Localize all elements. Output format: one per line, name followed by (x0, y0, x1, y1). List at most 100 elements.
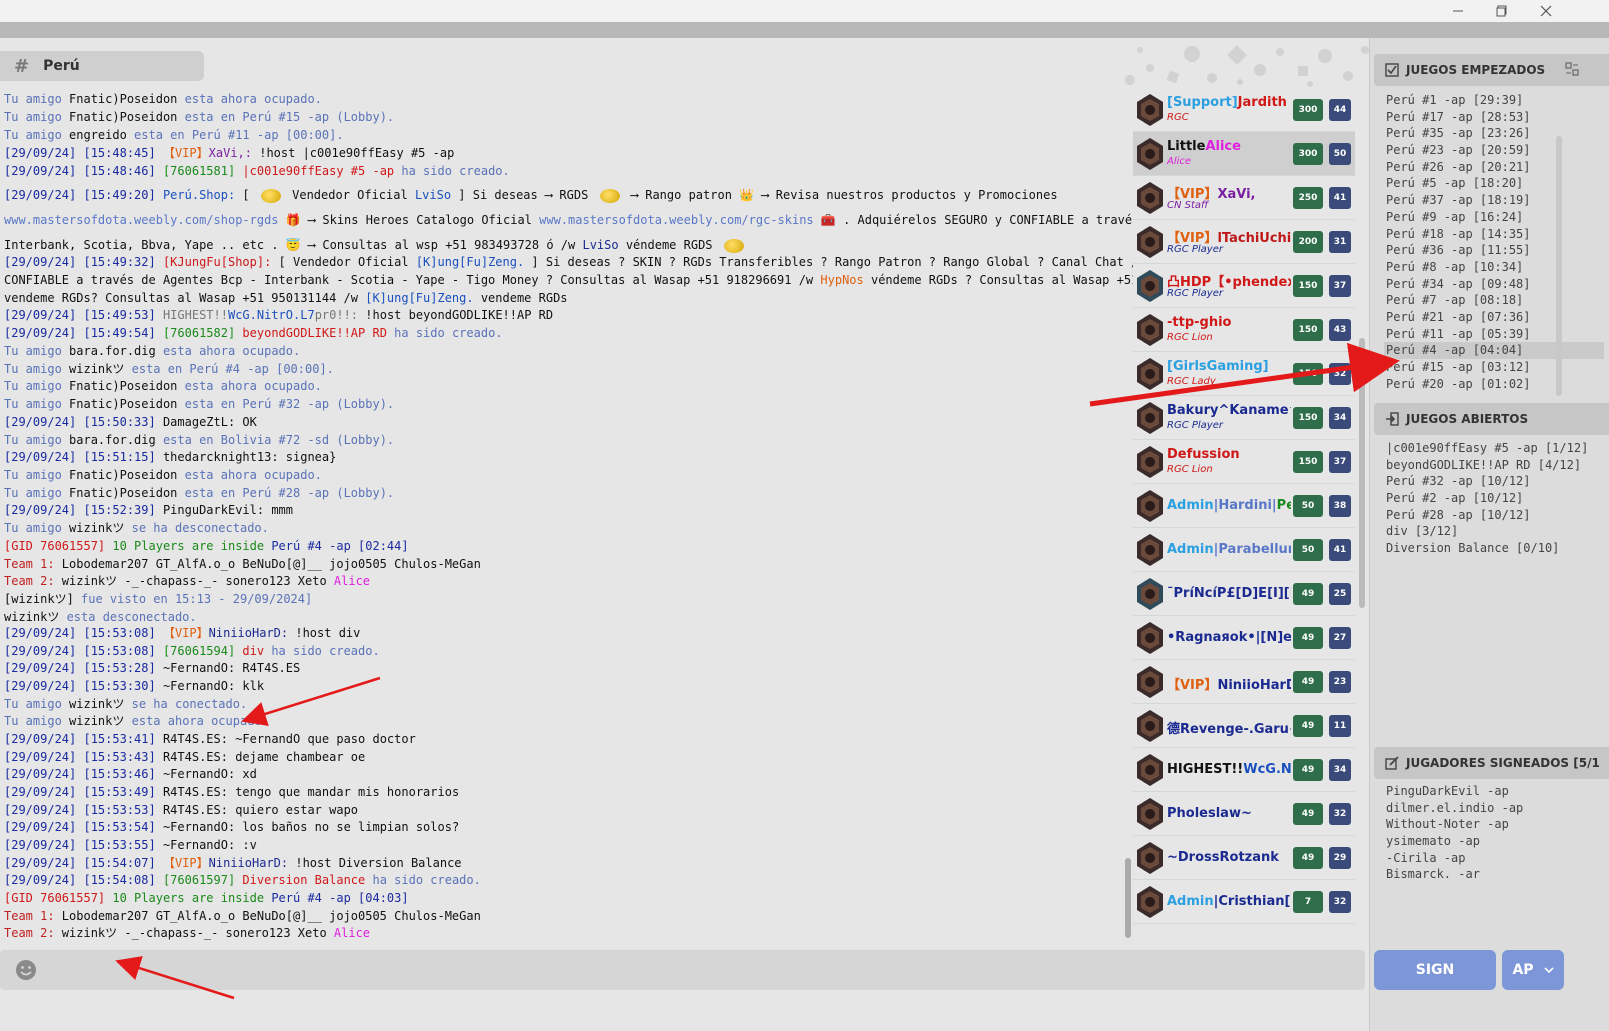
rank-emblem-icon (1137, 314, 1163, 346)
user-row[interactable]: Pholeslaw~ 49 32 (1133, 792, 1355, 836)
chat-segment: ha sido creado. (365, 873, 481, 887)
user-row[interactable]: ~DrossRotzank 49 29 (1133, 836, 1355, 880)
signed-player-item[interactable]: -Cirila -ap (1384, 850, 1604, 867)
started-game-item[interactable]: Perú #26 -ap [20:21] (1384, 159, 1604, 176)
chat-segment: beyondGODLIKE!!AP RD (235, 326, 387, 340)
channel-tab[interactable]: # Perú (0, 51, 204, 81)
chat-segment: esta en Perú #32 -ap (Lobby). (177, 397, 395, 411)
user-row[interactable]: -ttp-ghio RGC Lion 150 43 (1133, 308, 1355, 352)
started-game-item[interactable]: Perú #11 -ap [05:39] (1384, 326, 1604, 343)
started-game-item[interactable]: Perú #35 -ap [23:26] (1384, 125, 1604, 142)
minimize-icon[interactable] (1436, 0, 1480, 22)
close-icon[interactable] (1524, 0, 1568, 22)
open-game-item[interactable]: Diversion Balance [0/10] (1384, 540, 1604, 557)
user-row[interactable]: Admin|Cristhian[227 32 (1133, 880, 1355, 924)
chat-segment: !host Diversion Balance (288, 856, 462, 870)
expand-icon[interactable] (1565, 61, 1579, 79)
user-row[interactable]: Bakury^Kaname^Ma RGC Player 150 34 (1133, 396, 1355, 440)
signed-player-item[interactable]: dilmer.el.indio -ap (1384, 800, 1604, 817)
chat-message: [29/09/24] [15:53:08] [76061594] div ha … (4, 642, 380, 660)
user-row[interactable]: •Ragnaяok•|[N]eo-49 27 (1133, 616, 1355, 660)
started-games-header[interactable]: JUEGOS EMPEZADOS (1374, 54, 1609, 86)
chat-segment: ] Si deseas ? SKIN ? RGDs Transferibles … (531, 255, 1145, 269)
message-input[interactable] (48, 955, 1348, 985)
started-game-item[interactable]: Perú #15 -ap [03:12] (1384, 359, 1604, 376)
open-game-item[interactable]: beyondGODLIKE!!AP RD [4/12] (1384, 457, 1604, 474)
user-row[interactable]: [Support]Jardith RGC 300 44 (1133, 88, 1355, 132)
chat-segment: [29/09/24] [15:53:08] (4, 626, 163, 640)
user-list-scrollbar-thumb[interactable] (1359, 338, 1365, 608)
user-level-badge: 34 (1329, 407, 1351, 429)
chat-segment: [29/09/24] [15:49:53] (4, 308, 163, 322)
chat-message: [29/09/24] [15:53:30] ~FernandO: klk (4, 677, 264, 695)
chat-segment: Lobodemar207 GT_AlfA.o_o BeNuDo[@]__ joj… (54, 557, 481, 571)
user-row[interactable]: 【VIP】lTachiUchihaRGC Player20031 (1133, 220, 1355, 264)
user-role: RGC Player (1167, 420, 1223, 431)
user-list-scrollbar[interactable] (1358, 88, 1366, 940)
user-row[interactable]: 【VIP】NiniioHarD 49 23 (1133, 660, 1355, 704)
user-row[interactable]: 凸HDP【•phendex•】RGC Player15037 (1133, 264, 1355, 308)
open-game-item[interactable]: Perú #2 -ap [10/12] (1384, 490, 1604, 507)
maximize-icon[interactable] (1480, 0, 1524, 22)
open-games-title: JUEGOS ABIERTOS (1406, 412, 1529, 426)
started-game-item[interactable]: Perú #18 -ap [14:35] (1384, 226, 1604, 243)
signed-player-item[interactable]: Without-Noter -ap (1384, 816, 1604, 833)
user-row[interactable]: Admin|Hardini|Per50 38 (1133, 484, 1355, 528)
chat-scrollbar-thumb[interactable] (1125, 858, 1131, 938)
chat-message: [29/09/24] [15:53:28] ~FernandO: R4T4S.E… (4, 659, 300, 677)
user-row[interactable]: 【VIP】XaVi, CN Staff 250 41 (1133, 176, 1355, 220)
user-row[interactable]: ¯PríNcíP£[D]E[I][M]49 25 (1133, 572, 1355, 616)
open-games-header[interactable]: JUEGOS ABIERTOS (1374, 403, 1609, 435)
user-name: 【VIP】NiniioHarD (1167, 674, 1291, 693)
started-game-item[interactable]: Perú #8 -ap [10:34] (1384, 259, 1604, 276)
user-row[interactable]: HIGHEST!!WcG.Nitr49 34 (1133, 748, 1355, 792)
started-game-item[interactable]: Perú #9 -ap [16:24] (1384, 209, 1604, 226)
started-game-item[interactable]: Perú #20 -ap [01:02] (1384, 376, 1604, 393)
user-points-badge: 49 (1293, 759, 1323, 781)
started-game-item[interactable]: Perú #7 -ap [08:18] (1384, 292, 1604, 309)
started-game-item[interactable]: Perú #17 -ap [28:53] (1384, 109, 1604, 126)
open-game-item[interactable]: Perú #28 -ap [10/12] (1384, 507, 1604, 524)
user-name: Pholeslaw~ (1167, 806, 1291, 821)
chat-segment: engreido (69, 128, 127, 142)
started-game-item[interactable]: Perú #1 -ap [29:39] (1384, 92, 1604, 109)
chat-segment: Lobodemar207 GT_AlfA.o_o BeNuDo[@]__ joj… (54, 909, 481, 923)
user-row[interactable]: Admin|Parabellum|50 41 (1133, 528, 1355, 572)
sign-button[interactable]: SIGN (1374, 950, 1496, 990)
started-game-item[interactable]: Perú #4 -ap [04:04] (1384, 342, 1604, 359)
user-row[interactable]: Defussion RGC Lion 150 37 (1133, 440, 1355, 484)
chat-message: [29/09/24] [15:51:15] thedarcknight13: s… (4, 448, 336, 466)
started-game-item[interactable]: Perú #36 -ap [11:55] (1384, 242, 1604, 259)
chat-segment: [29/09/24] [15:48:45] (4, 146, 163, 160)
started-game-item[interactable]: Perú #37 -ap [18:19] (1384, 192, 1604, 209)
emoji-icon[interactable] (14, 958, 38, 982)
chat-segment: [29/09/24] [15:53:53] (4, 803, 163, 817)
started-game-item[interactable]: Perú #5 -ap [18:20] (1384, 175, 1604, 192)
started-game-item[interactable]: Perú #21 -ap [07:36] (1384, 309, 1604, 326)
user-row[interactable]: [GirlsGaming] RGC Lady 150 32 (1133, 352, 1355, 396)
started-game-item[interactable]: Perú #23 -ap [20:59] (1384, 142, 1604, 159)
chat-message: [29/09/24] [15:54:08] [76061597] Diversi… (4, 871, 481, 889)
user-role: Alice (1167, 156, 1192, 167)
signed-player-item[interactable]: Bismarck. -ar (1384, 866, 1604, 883)
started-games-scrollbar[interactable] (1556, 136, 1562, 396)
open-game-item[interactable]: Perú #32 -ap [10/12] (1384, 473, 1604, 490)
ap-dropdown-button[interactable]: AP (1502, 950, 1564, 990)
open-game-item[interactable]: |c001e90ffEasy #5 -ap [1/12] (1384, 440, 1604, 457)
rank-emblem-icon (1137, 886, 1163, 918)
chat-segment: [ Vendedor Oficial (271, 255, 416, 269)
user-row[interactable]: 德Revenge-.Garu~| 49 11 (1133, 704, 1355, 748)
signed-players-header[interactable]: JUGADORES SIGNEADOS [5/1 (1374, 747, 1609, 779)
open-game-item[interactable]: div [3/12] (1384, 523, 1604, 540)
started-game-item[interactable]: Perú #34 -ap [09:48] (1384, 276, 1604, 293)
signed-player-item[interactable]: PinguDarkEvil -ap (1384, 783, 1604, 800)
user-name: Admin|Parabellum| (1167, 542, 1291, 557)
chat-segment: www.mastersofdota.weebly.com/shop-rgds (4, 213, 279, 227)
chat-segment: ~FernandO: xd (162, 767, 257, 781)
chat-segment: wizinkツ (4, 610, 60, 624)
user-row[interactable]: LittleAlice Alice 300 50 (1133, 132, 1355, 176)
signed-player-item[interactable]: ysimemato -ap (1384, 833, 1604, 850)
chat-scrollbar[interactable] (1124, 88, 1132, 940)
user-name: Admin|Hardini|Per (1167, 498, 1291, 513)
chat-segment: !host div (288, 626, 361, 640)
